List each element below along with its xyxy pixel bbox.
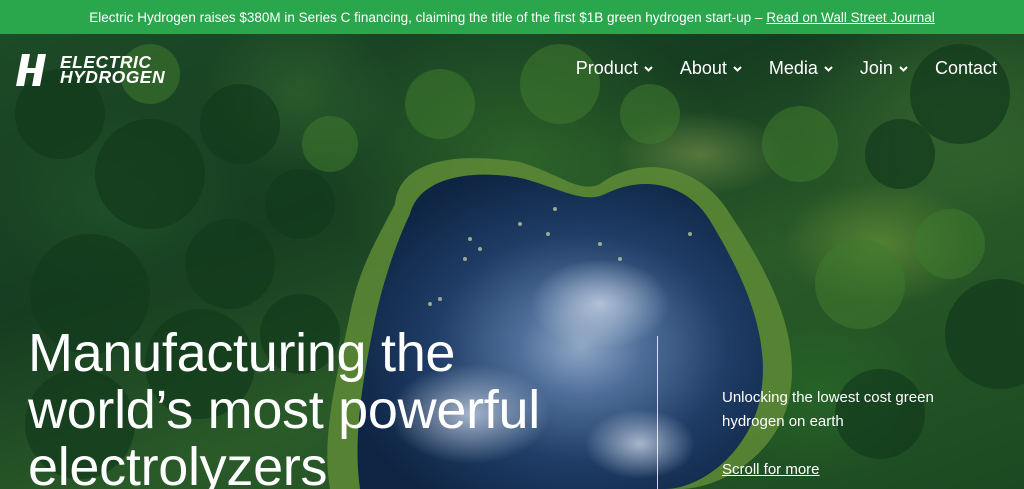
hero-section: ELECTRIC HYDROGEN Product About Media Jo…	[0, 34, 1024, 489]
scroll-for-more-link[interactable]: Scroll for more	[722, 461, 820, 478]
hero-tagline: Unlocking the lowest cost green hydrogen…	[722, 389, 934, 430]
slash-bolt-logo-icon	[16, 54, 46, 86]
nav-item-label: About	[679, 58, 727, 78]
announcement-text: Electric Hydrogen raises $380M in Series…	[89, 9, 763, 25]
chevron-down-icon	[733, 65, 742, 72]
nav-item-label: Product	[575, 58, 638, 78]
nav-item-label: Contact	[934, 58, 997, 78]
headline-line-1: Manufacturing the	[28, 323, 456, 383]
headline-line-2: world’s most powerful	[28, 380, 540, 440]
vertical-divider	[657, 336, 658, 489]
nav-item-product[interactable]: Product	[576, 58, 653, 79]
chevron-down-icon	[824, 65, 833, 72]
main-nav: Product About Media Join Contact	[576, 58, 997, 79]
nav-item-contact[interactable]: Contact	[935, 58, 997, 79]
nav-item-about[interactable]: About	[680, 58, 742, 79]
nav-item-join[interactable]: Join	[860, 58, 908, 79]
chevron-down-icon	[899, 65, 908, 72]
hero-headline: Manufacturing the world’s most powerful …	[28, 325, 628, 489]
nav-item-media[interactable]: Media	[769, 58, 833, 79]
logo-wordmark: ELECTRIC HYDROGEN	[60, 53, 166, 87]
announcement-link[interactable]: Read on Wall Street Journal	[766, 10, 934, 25]
nav-item-label: Media	[768, 58, 818, 78]
announcement-bar: Electric Hydrogen raises $380M in Series…	[0, 0, 1024, 34]
nav-item-label: Join	[859, 58, 893, 78]
chevron-down-icon	[644, 65, 653, 72]
logo-line-2: HYDROGEN	[60, 67, 166, 87]
headline-line-3: electrolyzers	[28, 437, 328, 489]
logo[interactable]: ELECTRIC HYDROGEN	[16, 52, 165, 88]
